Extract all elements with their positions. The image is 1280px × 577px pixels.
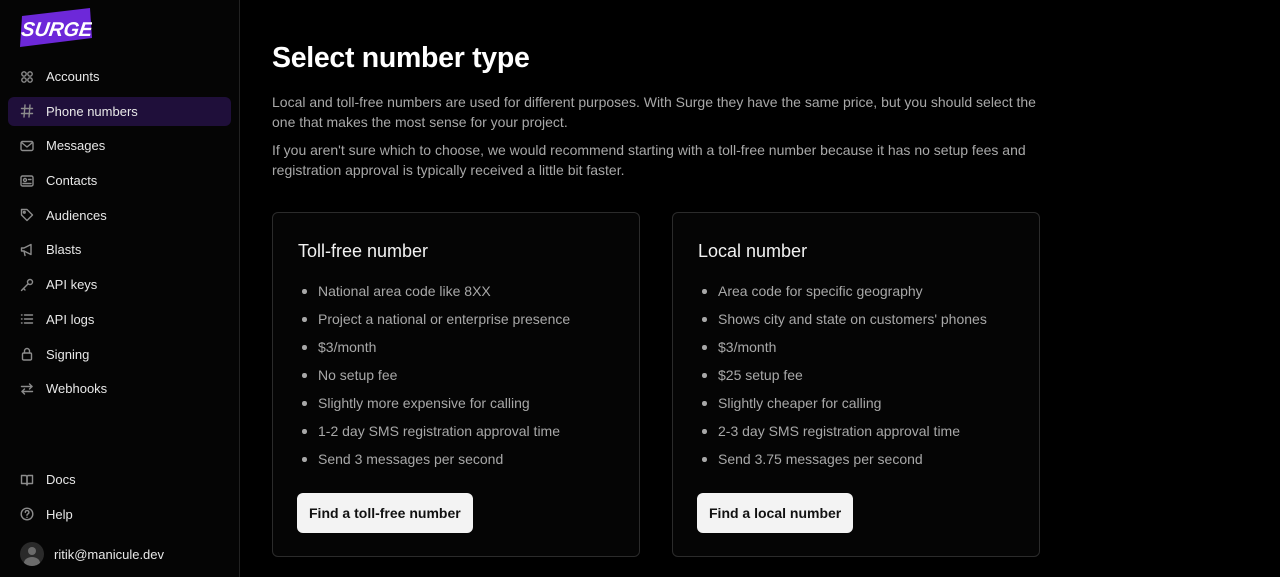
sidebar-item-webhooks[interactable]: Webhooks: [8, 374, 231, 403]
sidebar-item-label: Webhooks: [46, 381, 108, 397]
find-toll-free-button[interactable]: Find a toll-free number: [297, 493, 473, 533]
list-icon: [20, 312, 34, 326]
feature-list: Area code for specific geography Shows c…: [698, 281, 987, 477]
sidebar: SURGE Accounts Phone numbers Messages Co…: [0, 0, 240, 577]
list-item: 1-2 day SMS registration approval time: [298, 421, 570, 449]
card-title: Toll-free number: [298, 241, 429, 261]
list-item: Project a national or enterprise presenc…: [298, 309, 570, 337]
sidebar-item-label: Phone numbers: [46, 103, 138, 119]
sidebar-item-accounts[interactable]: Accounts: [8, 62, 231, 91]
list-item: Send 3 messages per second: [298, 449, 570, 477]
sidebar-item-blasts[interactable]: Blasts: [8, 235, 231, 264]
sidebar-item-label: API logs: [46, 311, 95, 327]
sidebar-item-label: Messages: [46, 138, 106, 154]
sidebar-item-signing[interactable]: Signing: [8, 340, 231, 369]
toll-free-card: Toll-free number National area code like…: [272, 212, 640, 557]
arrows-icon: [20, 382, 34, 396]
contact-card-icon: [20, 174, 34, 188]
list-item: $25 setup fee: [698, 365, 987, 393]
user-menu[interactable]: ritik@manicule.dev: [20, 542, 164, 566]
sidebar-item-api-logs[interactable]: API logs: [8, 305, 231, 334]
megaphone-icon: [20, 243, 34, 257]
list-item: National area code like 8XX: [298, 281, 570, 309]
list-item: No setup fee: [298, 365, 570, 393]
sidebar-bottom-nav: Docs Help: [8, 465, 231, 534]
sidebar-item-label: Accounts: [46, 69, 100, 84]
list-item: $3/month: [698, 337, 987, 365]
sidebar-item-messages[interactable]: Messages: [8, 131, 231, 160]
sidebar-item-label: API keys: [46, 277, 98, 293]
feature-list: National area code like 8XX Project a na…: [298, 281, 570, 477]
user-email: ritik@manicule.dev: [54, 546, 165, 562]
book-icon: [20, 473, 34, 487]
page-title: Select number type: [272, 42, 530, 74]
list-item: Slightly more expensive for calling: [298, 393, 570, 421]
local-number-card: Local number Area code for specific geog…: [672, 212, 1040, 557]
help-circle-icon: [20, 507, 34, 521]
list-item: Area code for specific geography: [698, 281, 987, 309]
sidebar-item-label: Docs: [46, 472, 76, 487]
accounts-icon: [20, 70, 34, 84]
sidebar-item-phone-numbers[interactable]: Phone numbers: [8, 96, 231, 126]
list-item: Send 3.75 messages per second: [698, 449, 987, 477]
sidebar-nav: Accounts Phone numbers Messages Contacts…: [8, 62, 231, 409]
key-icon: [20, 278, 34, 292]
avatar: [20, 542, 44, 566]
sidebar-item-contacts[interactable]: Contacts: [8, 166, 231, 195]
find-local-button[interactable]: Find a local number: [697, 493, 854, 533]
sidebar-item-docs[interactable]: Docs: [8, 465, 231, 494]
tag-icon: [20, 208, 34, 222]
sidebar-item-label: Contacts: [46, 173, 98, 189]
card-title: Local number: [698, 241, 808, 261]
sidebar-item-label: Help: [46, 506, 73, 522]
sidebar-item-audiences[interactable]: Audiences: [8, 201, 231, 230]
hash-icon: [20, 104, 34, 118]
surge-logo[interactable]: SURGE: [20, 8, 95, 48]
envelope-icon: [20, 139, 34, 153]
sidebar-item-label: Signing: [46, 346, 90, 362]
sidebar-item-api-keys[interactable]: API keys: [8, 270, 231, 299]
svg-text:SURGE: SURGE: [20, 19, 92, 41]
recommendation-paragraph: If you aren't sure which to choose, we w…: [272, 142, 1026, 178]
sidebar-item-label: Blasts: [46, 242, 82, 258]
lock-icon: [20, 347, 34, 361]
sidebar-item-help[interactable]: Help: [8, 500, 231, 529]
list-item: $3/month: [298, 337, 570, 365]
list-item: Slightly cheaper for calling: [698, 393, 987, 421]
list-item: 2-3 day SMS registration approval time: [698, 421, 987, 449]
intro-paragraph: Local and toll-free numbers are used for…: [272, 94, 1036, 130]
list-item: Shows city and state on customers' phone…: [698, 309, 987, 337]
sidebar-item-label: Audiences: [46, 207, 107, 223]
